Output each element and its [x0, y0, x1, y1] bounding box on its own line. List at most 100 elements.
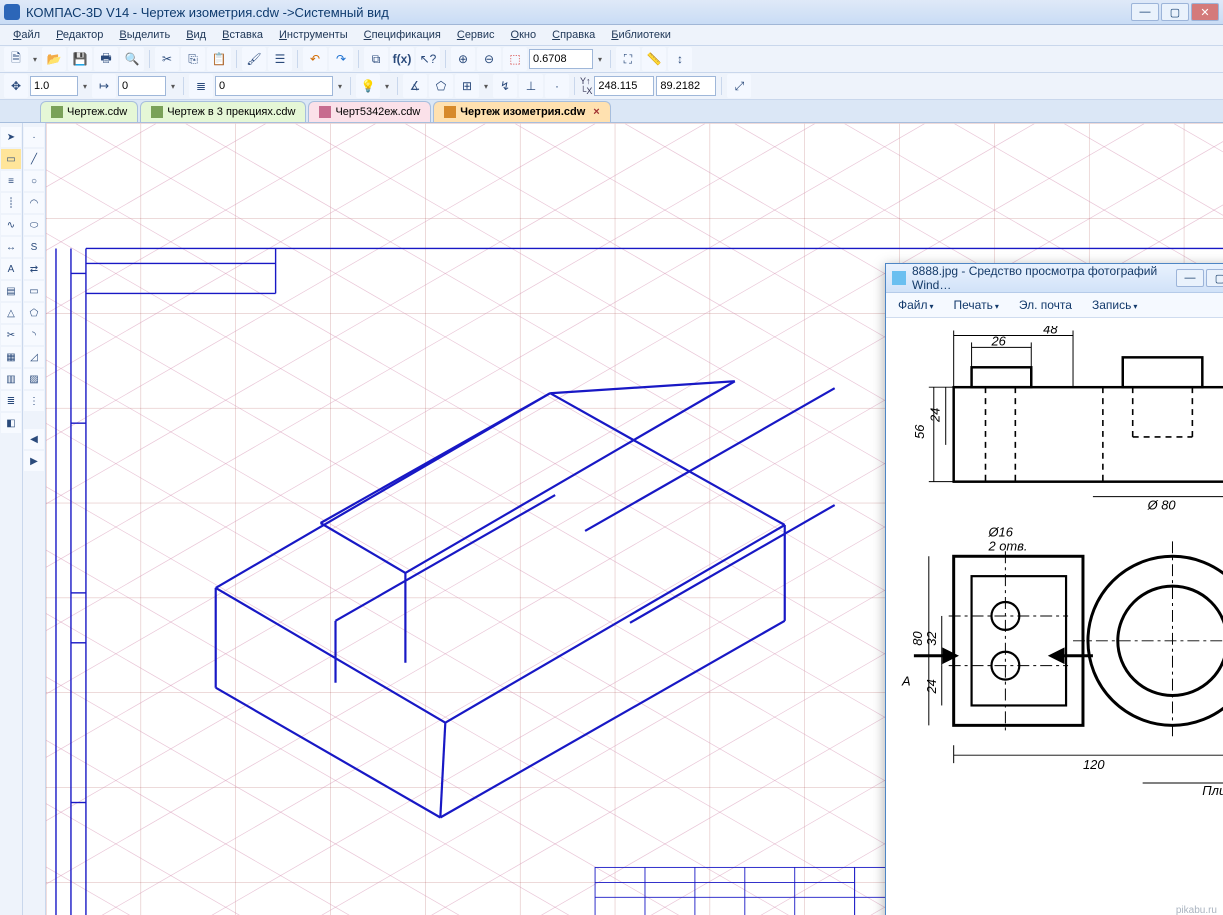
doc-icon	[319, 106, 331, 118]
prev-cmd-icon[interactable]: ◀	[24, 429, 44, 449]
zoom-input[interactable]	[529, 49, 593, 69]
window-close-button[interactable]: ✕	[1191, 3, 1219, 21]
layer-selector[interactable]	[215, 76, 333, 96]
bezier-icon[interactable]: S	[24, 237, 44, 257]
snap-grid-icon[interactable]: ⊞	[455, 74, 479, 98]
poly-icon[interactable]: ⬠	[24, 303, 44, 323]
menu-libs[interactable]: Библиотеки	[604, 27, 678, 43]
redo-button[interactable]: ↷	[329, 47, 353, 71]
viewer-titlebar[interactable]: 8888.jpg - Средство просмотра фотографий…	[886, 264, 1223, 293]
window-maximize-button[interactable]: ▢	[1161, 3, 1189, 21]
select-rect-icon[interactable]: ▭	[1, 149, 21, 169]
menu-insert[interactable]: Вставка	[215, 27, 270, 43]
ellipse-icon[interactable]: ⬭	[24, 215, 44, 235]
spline-icon[interactable]: ∿	[1, 215, 21, 235]
next-cmd-icon[interactable]: ▶	[24, 451, 44, 471]
snap-poly-icon[interactable]: ⬠	[429, 74, 453, 98]
zoom-in-button[interactable]: ⊕	[451, 47, 475, 71]
menu-tools[interactable]: Инструменты	[272, 27, 355, 43]
svg-text:56: 56	[912, 424, 927, 439]
more-icon[interactable]: ⋮	[24, 391, 44, 411]
line-weight-input[interactable]	[30, 76, 78, 96]
chamfer-icon[interactable]: ◿	[24, 347, 44, 367]
tab-doc-3[interactable]: Черт5342еж.cdw	[308, 101, 431, 122]
viewer-menu-email[interactable]: Эл. почта	[1019, 298, 1072, 312]
tab-label: Чертеж в 3 прекциях.cdw	[167, 106, 295, 118]
hatch2-icon[interactable]: ▨	[24, 369, 44, 389]
dim-icon[interactable]: ↔	[1, 237, 21, 257]
doc-icon	[444, 106, 456, 118]
photo-viewer-window[interactable]: 8888.jpg - Средство просмотра фотографий…	[885, 263, 1223, 915]
layers2-icon[interactable]: ≣	[1, 391, 21, 411]
line-style-icon[interactable]: ≡	[1, 171, 21, 191]
viewer-min-button[interactable]: —	[1176, 269, 1204, 287]
menu-view[interactable]: Вид	[179, 27, 213, 43]
snap-dot-icon[interactable]: ·	[545, 74, 569, 98]
snap-angle-icon[interactable]: ∡	[403, 74, 427, 98]
refresh-grid-button[interactable]: ⧉	[364, 47, 388, 71]
copy-button[interactable]: ⎘	[181, 47, 205, 71]
measure-button[interactable]: 📏	[642, 47, 666, 71]
line-gap-icon[interactable]: ┊	[1, 193, 21, 213]
trim-icon[interactable]: ✂	[1, 325, 21, 345]
step-arrow-icon[interactable]: ↦	[92, 74, 116, 98]
segment-icon[interactable]: ╱	[24, 149, 44, 169]
move-icon[interactable]: ✥	[4, 74, 28, 98]
rect-icon[interactable]: ▭	[24, 281, 44, 301]
viewer-menu-print[interactable]: Печать▾	[954, 298, 999, 312]
orientation-button[interactable]: ↕	[668, 47, 692, 71]
preview-button[interactable]: 🔍	[120, 47, 144, 71]
arc-icon[interactable]: ◠	[24, 193, 44, 213]
zoom-out-button[interactable]: ⊖	[477, 47, 501, 71]
help-arrow-icon[interactable]: ↖?	[416, 47, 440, 71]
circle-icon[interactable]: ○	[24, 171, 44, 191]
coord-y-input[interactable]	[656, 76, 716, 96]
pointer-icon[interactable]: ➤	[1, 127, 21, 147]
viewer-menu-file[interactable]: Файл▾	[898, 298, 934, 312]
undo-button[interactable]: ↶	[303, 47, 327, 71]
color-icon[interactable]: ◧	[1, 413, 21, 433]
new-button[interactable]: 🗎	[4, 47, 28, 71]
offset-icon[interactable]: ⇄	[24, 259, 44, 279]
expand-icon[interactable]: ⤢	[727, 74, 751, 98]
menu-window[interactable]: Окно	[504, 27, 544, 43]
fillet-icon[interactable]: ◝	[24, 325, 44, 345]
viewer-menu-record[interactable]: Запись▾	[1092, 298, 1137, 312]
menu-service[interactable]: Сервис	[450, 27, 502, 43]
menu-select[interactable]: Выделить	[112, 27, 177, 43]
print-button[interactable]: 🖶	[94, 47, 118, 71]
window-minimize-button[interactable]: —	[1131, 3, 1159, 21]
tab-doc-2[interactable]: Чертеж в 3 прекциях.cdw	[140, 101, 306, 122]
hatch-icon[interactable]: ▤	[1, 281, 21, 301]
sheet-icon[interactable]: ▥	[1, 369, 21, 389]
menu-file[interactable]: Файл	[6, 27, 47, 43]
point-icon[interactable]: ·	[24, 127, 44, 147]
table-icon[interactable]: ▦	[1, 347, 21, 367]
triangle-icon[interactable]: △	[1, 303, 21, 323]
open-button[interactable]: 📂	[42, 47, 66, 71]
snap-perp-icon[interactable]: ⊥	[519, 74, 543, 98]
viewer-max-button[interactable]: ▢	[1206, 269, 1223, 287]
cut-button[interactable]: ✂	[155, 47, 179, 71]
menubar: Файл Редактор Выделить Вид Вставка Инстр…	[0, 25, 1223, 46]
brush-icon[interactable]: 🖌	[242, 47, 266, 71]
zoom-fit-button[interactable]: ⛶	[616, 47, 640, 71]
tab-doc-4-active[interactable]: Чертеж изометрия.cdw×	[433, 101, 610, 122]
coord-x-input[interactable]	[594, 76, 654, 96]
paste-button[interactable]: 📋	[207, 47, 231, 71]
zoom-window-button[interactable]: ⬚	[503, 47, 527, 71]
tab-close-icon[interactable]: ×	[593, 106, 599, 118]
menu-help[interactable]: Справка	[545, 27, 602, 43]
layers-icon[interactable]: ≣	[189, 74, 213, 98]
step-input[interactable]	[118, 76, 166, 96]
tab-doc-1[interactable]: Чертеж.cdw	[40, 101, 138, 122]
snap-axis-icon[interactable]: ↯	[493, 74, 517, 98]
drawing-canvas[interactable]: Лит. Масса Масштаб 8888.jpg - Средство п…	[46, 123, 1223, 915]
text-icon[interactable]: A	[1, 259, 21, 279]
properties-button[interactable]: ☰	[268, 47, 292, 71]
save-button[interactable]: 💾	[68, 47, 92, 71]
variables-button[interactable]: f(x)	[390, 47, 414, 71]
menu-spec[interactable]: Спецификация	[357, 27, 448, 43]
menu-editor[interactable]: Редактор	[49, 27, 110, 43]
lightbulb-icon[interactable]: 💡	[356, 74, 380, 98]
